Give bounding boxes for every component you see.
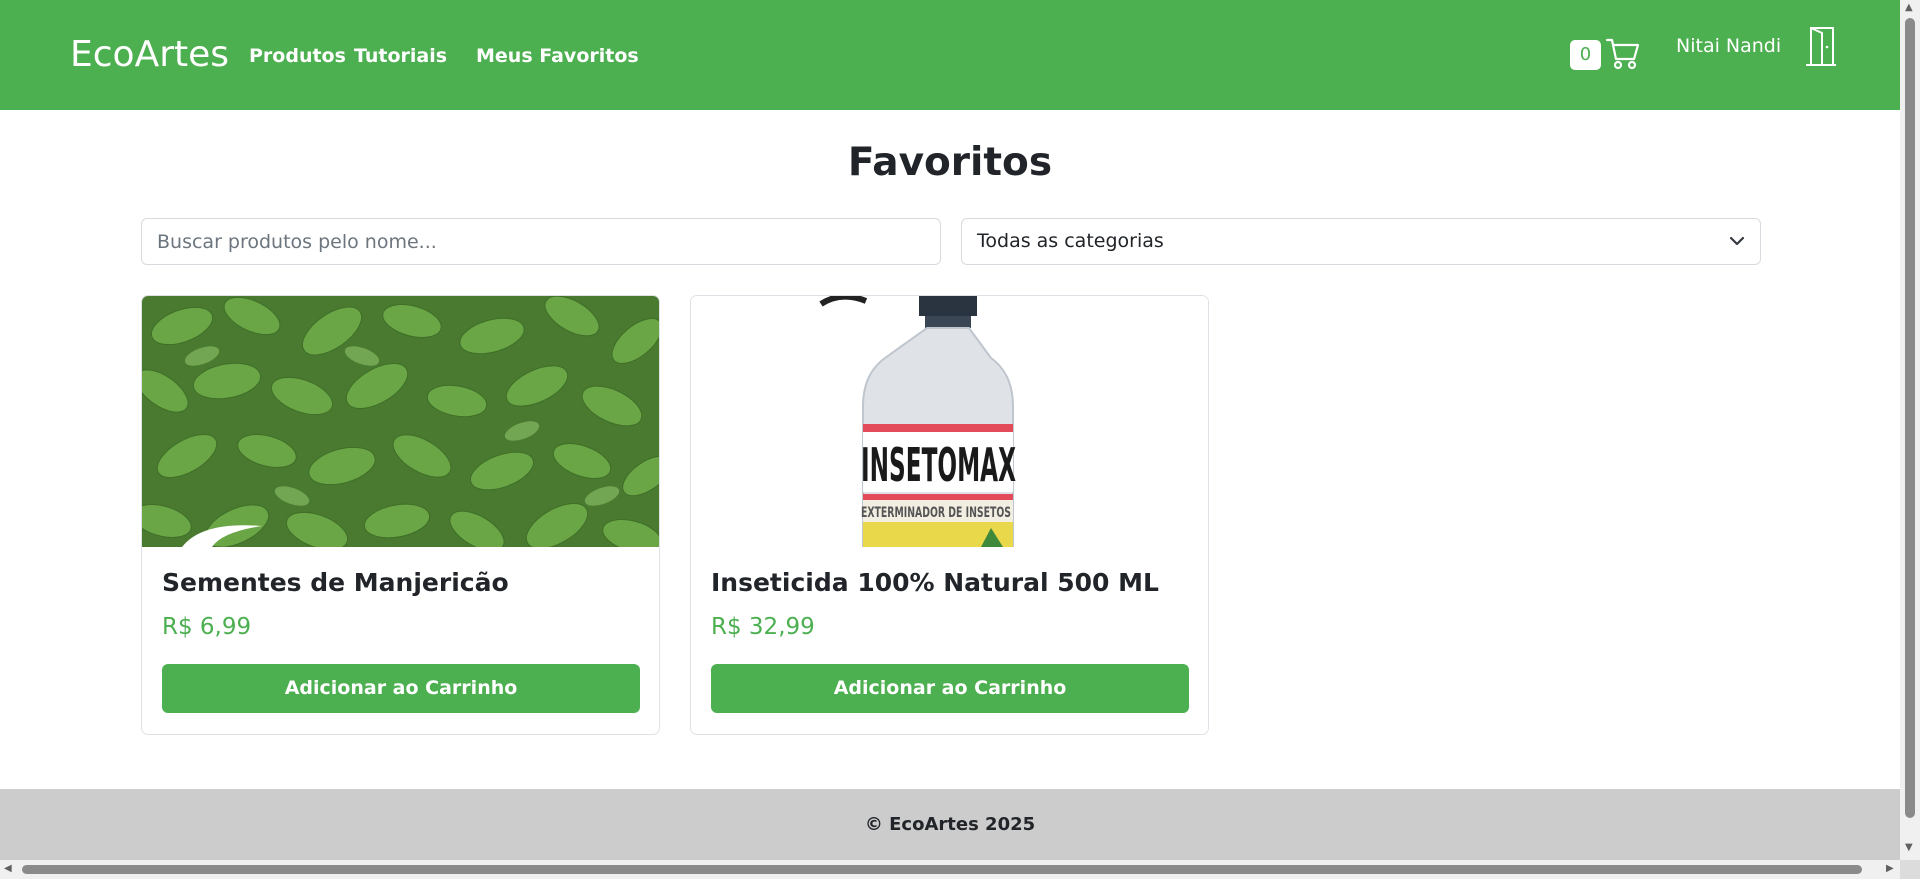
page-title: Favoritos	[847, 140, 1053, 185]
logout-door-icon[interactable]	[1804, 25, 1838, 67]
product-price: R$ 32,99	[711, 614, 815, 640]
product-price: R$ 6,99	[162, 614, 252, 640]
label-subtitle: EXTERMINADOR DE INSETOS	[861, 505, 1011, 521]
nav-link-tutoriais[interactable]: Tutoriais	[354, 45, 447, 67]
cart-icon[interactable]	[1606, 37, 1640, 71]
vertical-scrollbar[interactable]: ▲ ▼	[1900, 0, 1920, 860]
horizontal-scroll-thumb[interactable]	[22, 865, 1862, 874]
search-input[interactable]	[141, 218, 941, 265]
footer: © EcoArtes 2025	[0, 789, 1900, 860]
scroll-up-arrow-icon[interactable]: ▲	[1905, 2, 1913, 13]
scroll-down-arrow-icon[interactable]: ▼	[1905, 842, 1913, 853]
product-name[interactable]: Inseticida 100% Natural 500 ML	[711, 568, 1159, 597]
cart-count-badge: 0	[1570, 40, 1601, 70]
add-to-cart-button[interactable]: Adicionar ao Carrinho	[162, 664, 640, 713]
category-select-value: Todas as categorias	[977, 230, 1164, 252]
navbar: EcoArtes Produtos Tutoriais Meus Favorit…	[0, 0, 1900, 110]
page-viewport: EcoArtes Produtos Tutoriais Meus Favorit…	[0, 0, 1900, 860]
user-name[interactable]: Nitai Nandi	[1676, 35, 1781, 57]
footer-copyright: © EcoArtes 2025	[864, 814, 1036, 835]
vertical-scroll-thumb[interactable]	[1905, 18, 1915, 818]
nav-link-favoritos[interactable]: Meus Favoritos	[476, 45, 639, 67]
product-card: Sementes de Manjericão R$ 6,99 Adicionar…	[141, 295, 660, 735]
category-select[interactable]: Todas as categorias	[961, 218, 1761, 265]
nav-link-produtos[interactable]: Produtos	[249, 45, 346, 67]
label-brand: INSETOMAX	[861, 438, 1016, 492]
product-card: INSETOMAX EXTERMINADOR DE INSETOS Inseti…	[690, 295, 1209, 735]
scroll-right-arrow-icon[interactable]: ▶	[1886, 863, 1894, 874]
brand-logo[interactable]: EcoArtes	[70, 34, 229, 75]
scroll-left-arrow-icon[interactable]: ◀	[4, 863, 12, 874]
scrollbar-corner	[1900, 860, 1920, 879]
product-image-insecticide[interactable]: INSETOMAX EXTERMINADOR DE INSETOS	[691, 296, 1208, 547]
product-name[interactable]: Sementes de Manjericão	[162, 568, 509, 597]
add-to-cart-button[interactable]: Adicionar ao Carrinho	[711, 664, 1189, 713]
horizontal-scrollbar[interactable]: ◀ ▶	[0, 860, 1900, 879]
product-image-basil[interactable]	[142, 296, 659, 547]
chevron-down-icon	[1729, 236, 1745, 246]
